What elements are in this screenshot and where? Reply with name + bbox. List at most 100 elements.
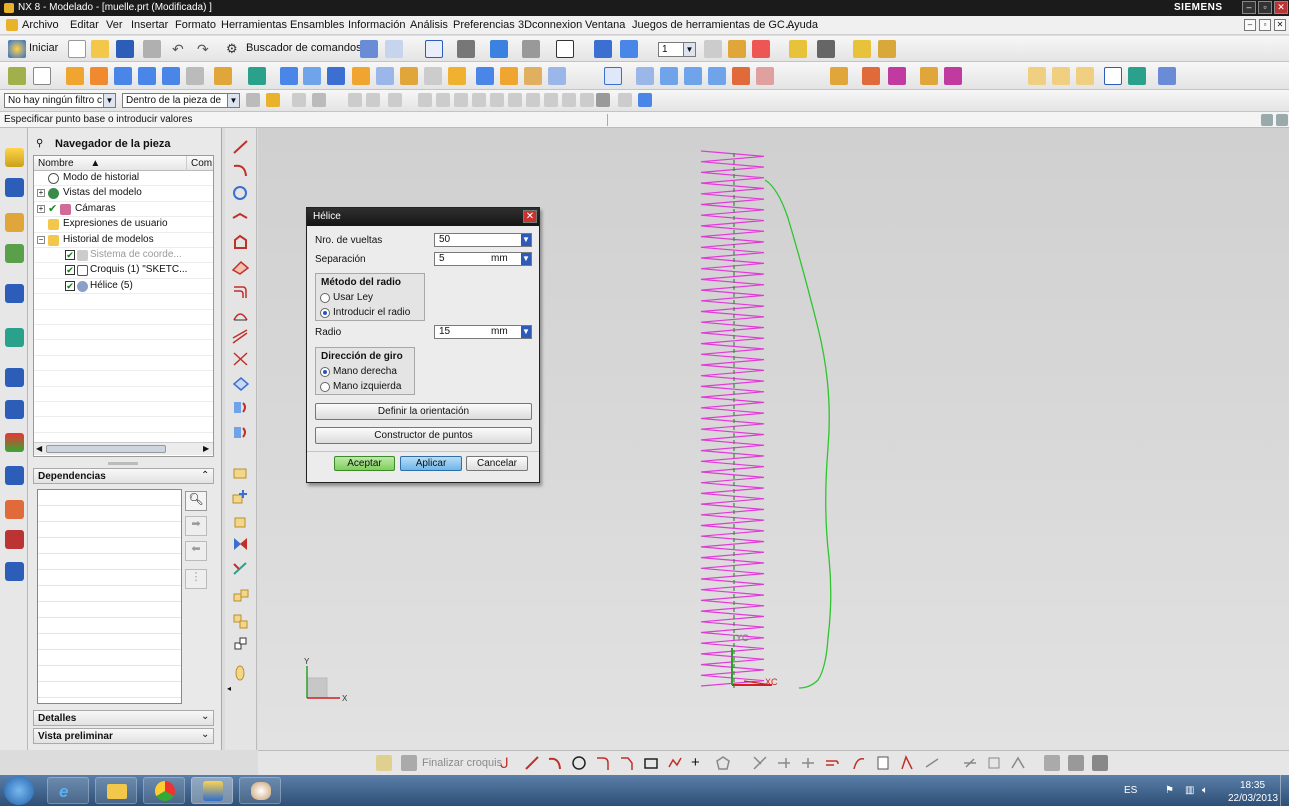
snap-point-icon[interactable] — [817, 40, 835, 58]
dropdown-arrow-icon[interactable]: ▼ — [521, 326, 531, 338]
ok-button[interactable]: Aceptar — [334, 456, 395, 471]
sketch-task-icon[interactable] — [376, 755, 392, 771]
select-feature-icon[interactable] — [266, 93, 280, 107]
pattern-icon[interactable] — [280, 67, 298, 85]
clock-time[interactable]: 18:35 — [1240, 780, 1265, 791]
revolve-icon[interactable] — [90, 67, 108, 85]
mdi-minimize-button[interactable]: – — [1244, 19, 1256, 31]
sync-delete-icon[interactable] — [920, 67, 938, 85]
finish-sketch-icon[interactable] — [401, 755, 417, 771]
point-builder-button[interactable]: Constructor de puntos — [315, 427, 532, 444]
manufacturing-tab-icon[interactable] — [5, 466, 24, 485]
sketch-offset-icon[interactable] — [824, 755, 840, 771]
sketch-auto-constrain-icon[interactable] — [986, 755, 1002, 771]
roles-tab-icon[interactable] — [5, 500, 24, 519]
taskbar-explorer[interactable] — [95, 777, 137, 804]
taskbar-nx8[interactable] — [191, 777, 233, 804]
menu-ver[interactable]: Ver — [106, 19, 123, 31]
sketch-mirror-icon[interactable] — [851, 755, 867, 771]
layer-settings-icon[interactable] — [704, 40, 722, 58]
snap-endpoint-icon[interactable] — [348, 93, 362, 107]
open-folder-icon[interactable] — [91, 40, 109, 58]
sketch-intersect-icon[interactable] — [899, 755, 915, 771]
assembly-navigator-tab-icon[interactable] — [5, 178, 24, 197]
new-part-icon[interactable] — [33, 67, 51, 85]
horizontal-scrollbar[interactable]: ◀ ▶ — [34, 442, 213, 455]
line-tool-icon[interactable] — [231, 138, 250, 156]
polygon-tool-icon[interactable] — [231, 233, 250, 251]
unite-icon[interactable] — [303, 67, 321, 85]
cone-icon[interactable] — [162, 67, 180, 85]
trim-body-icon[interactable] — [448, 67, 466, 85]
save-icon[interactable] — [116, 40, 134, 58]
scroll-right-icon[interactable]: ▶ — [203, 444, 209, 453]
sketch-line-icon[interactable] — [524, 755, 540, 771]
constraint-tool-icon[interactable] — [231, 635, 250, 653]
scroll-left-icon[interactable]: ◀ — [36, 444, 42, 453]
app-menu-icon[interactable] — [6, 19, 18, 31]
quick-pick-icon[interactable] — [618, 93, 632, 107]
cancel-button[interactable]: Cancelar — [466, 456, 528, 471]
sketch-constraint-icon[interactable] — [962, 755, 978, 771]
sketch-extend-icon[interactable] — [776, 755, 792, 771]
radio-enter-radius[interactable] — [320, 308, 330, 318]
block-icon[interactable] — [114, 67, 132, 85]
system-scenes-tab-icon[interactable] — [5, 530, 24, 549]
menu-analisis[interactable]: Análisis — [410, 19, 448, 31]
tree-item-model-history[interactable]: − Historial de modelos — [34, 233, 213, 248]
toolbar-overflow-icon[interactable]: ◂ — [227, 684, 231, 693]
offset-face-icon[interactable] — [476, 67, 494, 85]
dropdown-arrow-icon[interactable]: ▼ — [521, 234, 531, 246]
snap-arc-center-icon[interactable] — [508, 93, 522, 107]
component-tool-icon[interactable] — [231, 612, 250, 630]
define-orientation-button[interactable]: Definir la orientación — [315, 403, 532, 420]
visibility-checkbox[interactable]: ✔ — [65, 265, 75, 276]
menu-insertar[interactable]: Insertar — [131, 19, 168, 31]
menu-ensambles[interactable]: Ensambles — [290, 19, 344, 31]
start-menu-button[interactable]: Iniciar — [29, 42, 58, 54]
sketch-icon[interactable] — [360, 40, 378, 58]
helix-coils[interactable] — [700, 150, 765, 687]
sketch-fillet-icon[interactable] — [595, 755, 611, 771]
language-indicator[interactable]: ES — [1124, 785, 1137, 796]
intersect-curve-icon[interactable] — [231, 350, 250, 368]
refresh-icon[interactable] — [1128, 67, 1146, 85]
draft-icon[interactable] — [424, 67, 442, 85]
sheet-icon[interactable] — [1052, 67, 1070, 85]
move-feature-icon[interactable] — [231, 559, 250, 577]
face-rule-icon[interactable] — [312, 93, 326, 107]
drawing-icon[interactable] — [1028, 67, 1046, 85]
tree-item-model-views[interactable]: + Vistas del modelo — [34, 186, 213, 202]
snap-quadrant-icon[interactable] — [454, 93, 468, 107]
sync-replace-icon[interactable] — [888, 67, 906, 85]
redo-icon[interactable]: ↷ — [197, 41, 215, 59]
pin-icon[interactable]: ⚲ — [36, 138, 43, 149]
pitch-input[interactable]: 5 mm ▼ — [434, 252, 532, 266]
dialog-title-bar[interactable]: Hélice — [307, 208, 539, 226]
collapse-icon[interactable]: − — [37, 235, 45, 244]
arrow-left-icon[interactable]: ⬅ — [185, 541, 207, 561]
dimension-icon[interactable] — [878, 40, 896, 58]
command-finder-icon[interactable]: ⚙ — [226, 41, 244, 59]
list-options-icon[interactable]: ⋮ — [185, 569, 207, 589]
expand-icon[interactable]: + — [37, 189, 45, 198]
part-navigator-icon[interactable] — [8, 67, 26, 85]
sketch-chamfer-icon[interactable] — [619, 755, 635, 771]
measure-icon[interactable] — [752, 40, 770, 58]
process-studio-tab-icon[interactable] — [5, 433, 24, 452]
sketch-project-icon[interactable] — [875, 755, 891, 771]
subtract-icon[interactable] — [327, 67, 345, 85]
taskbar-chrome[interactable] — [143, 777, 185, 804]
sync-resize-icon[interactable] — [944, 67, 962, 85]
circle-tool-icon[interactable] — [231, 184, 250, 202]
datum-icon[interactable] — [248, 67, 266, 85]
studio-surface-icon[interactable] — [708, 67, 726, 85]
volume-icon[interactable]: 🔈︎ — [1202, 785, 1208, 796]
snap-control-icon[interactable] — [388, 93, 402, 107]
mdi-restore-button[interactable]: ▫ — [1259, 19, 1271, 31]
chamfer-icon[interactable] — [376, 67, 394, 85]
network-icon[interactable]: ▥ — [1185, 785, 1194, 796]
wrap-curve-icon[interactable] — [231, 423, 250, 441]
chevron-up-icon[interactable]: ⌃ — [201, 470, 209, 481]
system-materials-tab-icon[interactable] — [5, 400, 24, 419]
